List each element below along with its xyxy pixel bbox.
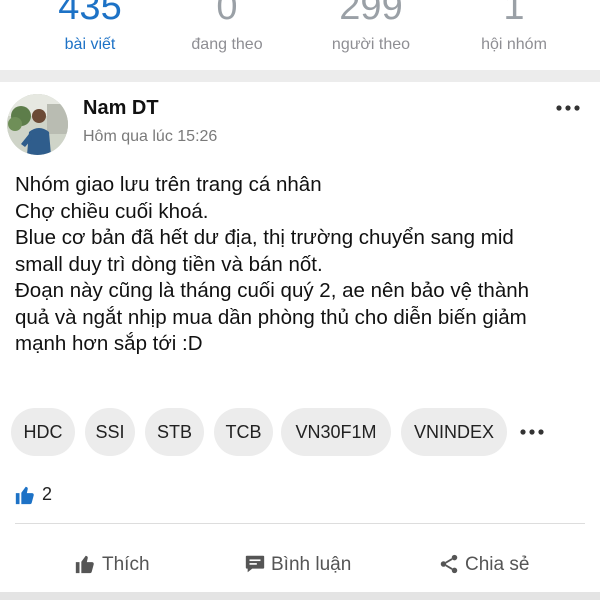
bottom-divider <box>0 592 600 600</box>
post-body: Nhóm giao lưu trên trang cá nhân Chợ chi… <box>15 172 590 358</box>
tag-tcb[interactable]: TCB <box>214 408 273 456</box>
more-horizontal-icon <box>520 429 544 435</box>
author-name[interactable]: Nam DT <box>83 97 159 120</box>
stat-followers[interactable]: 299 người theo <box>296 0 446 54</box>
section-divider <box>0 70 600 82</box>
stat-following[interactable]: 0 đang theo <box>152 0 302 54</box>
post-line: Đoạn này cũng là tháng cuối quý 2, ae nê… <box>15 279 530 302</box>
comment-label: Bình luận <box>271 554 352 575</box>
more-tags-button[interactable] <box>519 408 549 456</box>
like-filled-icon <box>15 486 34 505</box>
like-button[interactable]: Thích <box>74 552 154 578</box>
more-horizontal-icon <box>556 105 580 111</box>
stat-following-count: 0 <box>216 0 238 28</box>
tag-hdc[interactable]: HDC <box>11 408 75 456</box>
post-line: mạnh hơn sắp tới :D <box>15 332 203 355</box>
post-line: quả và ngắt nhịp mua dần phòng thủ cho d… <box>15 305 527 329</box>
stat-posts-count: 435 <box>58 0 122 28</box>
thumbs-up-icon <box>75 555 94 574</box>
stat-followers-count: 299 <box>339 0 403 28</box>
stat-following-label: đang theo <box>191 36 263 53</box>
tag-stb[interactable]: STB <box>145 408 204 456</box>
stat-followers-label: người theo <box>331 36 411 53</box>
avatar[interactable] <box>7 94 68 155</box>
comment-icon <box>245 555 265 573</box>
share-button[interactable]: Chia sẻ <box>438 552 538 578</box>
stat-posts-label: bài viết <box>64 36 116 53</box>
comment-button[interactable]: Bình luận <box>244 552 356 578</box>
stat-groups-label: hội nhóm <box>481 36 547 53</box>
actions-divider <box>15 523 585 524</box>
post-line: Blue cơ bản đã hết dư địa, thị trường ch… <box>15 226 514 249</box>
post-line: small duy trì dòng tiền và bán nốt. <box>15 252 323 276</box>
like-count: 2 <box>42 484 53 504</box>
stat-groups[interactable]: 1 hội nhóm <box>439 0 589 54</box>
post-line: Nhóm giao lưu trên trang cá nhân <box>15 173 322 196</box>
post-card: Nam DT Hôm qua lúc 15:26 Nhóm giao lưu t… <box>0 82 600 600</box>
stat-posts[interactable]: 435 bài viết <box>15 0 165 54</box>
stat-groups-count: 1 <box>503 0 525 28</box>
share-label: Chia sẻ <box>465 554 530 575</box>
more-options-button[interactable] <box>553 98 583 118</box>
tag-ssi[interactable]: SSI <box>85 408 135 456</box>
avatar-photo <box>7 94 68 155</box>
post-timestamp: Hôm qua lúc 15:26 <box>83 128 218 145</box>
post-line: Chợ chiều cuối khoá. <box>15 199 209 223</box>
profile-stats-bar: 435 bài viết 0 đang theo 299 người theo … <box>0 0 600 70</box>
tag-vn30f1m[interactable]: VN30F1M <box>281 408 391 456</box>
tag-vnindex[interactable]: VNINDEX <box>401 408 507 456</box>
like-label: Thích <box>102 554 150 575</box>
share-icon <box>440 554 458 574</box>
